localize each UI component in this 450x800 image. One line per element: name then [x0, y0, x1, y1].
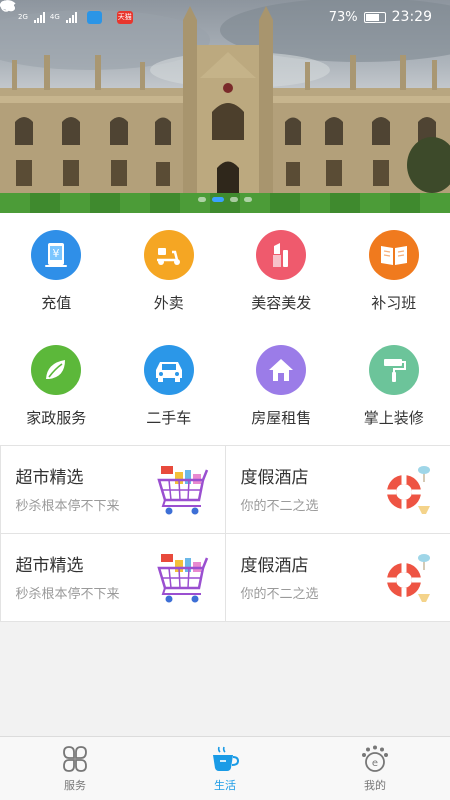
- nav-tab-life[interactable]: 生活: [150, 737, 300, 800]
- network-type-2: 4G: [49, 12, 60, 21]
- lifebuoy-icon: [386, 465, 430, 514]
- service-housing[interactable]: 房屋租售: [225, 328, 338, 445]
- recharge-icon: ¥: [31, 230, 82, 280]
- bottom-nav: 服务 生活 e 我的: [0, 736, 450, 800]
- leaf-icon: [31, 345, 82, 395]
- coffee-cup-icon: [213, 746, 240, 771]
- car-icon: [143, 345, 194, 395]
- battery-icon: [363, 11, 386, 23]
- promo-subtitle: 你的不二之选: [240, 586, 319, 602]
- service-tutoring[interactable]: 补习班: [338, 213, 450, 328]
- clock-time: 23:29: [391, 9, 432, 25]
- promo-subtitle: 秒杀根本停不下来: [15, 498, 120, 514]
- promo-card-supermarket[interactable]: 超市精选 秒杀根本停不下来: [0, 532, 226, 622]
- lifebuoy-icon: [386, 553, 430, 602]
- nav-tab-services[interactable]: 服务: [0, 737, 150, 800]
- promo-cards: 超市精选 秒杀根本停不下来 度假酒店 你的不二之选 超市精选 秒杀根本停不下来: [0, 444, 450, 622]
- nav-label: 服务: [64, 779, 86, 792]
- svg-text:¥: ¥: [53, 247, 60, 260]
- nav-label: 生活: [214, 779, 236, 792]
- promo-card-supermarket[interactable]: 超市精选 秒杀根本停不下来: [0, 444, 226, 534]
- app-notification-icon: [86, 10, 102, 24]
- service-label: 美容美发: [251, 294, 312, 312]
- battery-percent: 73%: [328, 9, 358, 25]
- network-type-1: 2G: [18, 12, 28, 21]
- carousel-indicator: [0, 197, 450, 202]
- service-takeout[interactable]: 外卖: [113, 213, 226, 328]
- signal-icon-2: [65, 11, 77, 23]
- service-decoration[interactable]: 掌上装修: [338, 328, 450, 445]
- service-recharge[interactable]: ¥ 充值: [0, 213, 113, 328]
- service-grid: ¥ 充值 外卖 美容美发 补习班 家政服务 二手车 房屋租售 掌上装修: [0, 213, 450, 445]
- status-bar: 2G 4G 天猫 73% 23:29: [0, 0, 450, 34]
- promo-subtitle: 秒杀根本停不下来: [15, 586, 120, 602]
- tmall-icon: 天猫: [116, 10, 133, 24]
- profile-badge-icon: e: [362, 745, 388, 772]
- service-label: 二手车: [146, 409, 192, 427]
- banner-carousel[interactable]: 2G 4G 天猫 73% 23:29: [0, 0, 450, 213]
- signal-icon: [33, 11, 45, 23]
- house-icon: [256, 345, 307, 395]
- promo-title: 超市精选: [15, 555, 84, 576]
- service-label: 房屋租售: [251, 409, 312, 427]
- nav-tab-mine[interactable]: e 我的: [300, 737, 450, 800]
- carousel-dot[interactable]: [230, 197, 238, 202]
- shopping-cart-icon: [156, 465, 208, 514]
- service-beauty[interactable]: 美容美发: [225, 213, 338, 328]
- promo-title: 度假酒店: [240, 555, 309, 576]
- carousel-dot-active[interactable]: [212, 197, 224, 202]
- service-label: 掌上装修: [363, 409, 424, 427]
- book-icon: [368, 230, 419, 280]
- promo-card-resort-hotel[interactable]: 度假酒店 你的不二之选: [224, 444, 450, 534]
- shopping-cart-icon: [156, 553, 208, 602]
- service-used-car[interactable]: 二手车: [113, 328, 226, 445]
- scooter-icon: [143, 230, 194, 280]
- service-label: 补习班: [371, 294, 417, 312]
- promo-card-resort-hotel[interactable]: 度假酒店 你的不二之选: [224, 532, 450, 622]
- promo-title: 超市精选: [15, 467, 84, 488]
- lipstick-icon: [256, 230, 307, 280]
- paint-roller-icon: [368, 345, 419, 395]
- service-label: 充值: [41, 294, 72, 312]
- clover-icon: [63, 746, 87, 772]
- service-label: 家政服务: [26, 409, 87, 427]
- service-housekeeping[interactable]: 家政服务: [0, 328, 113, 445]
- nav-label: 我的: [364, 779, 386, 792]
- carousel-dot[interactable]: [198, 197, 206, 202]
- promo-subtitle: 你的不二之选: [240, 498, 319, 514]
- svg-text:e: e: [372, 758, 378, 769]
- service-label: 外卖: [153, 294, 184, 312]
- carousel-dot[interactable]: [244, 197, 252, 202]
- promo-title: 度假酒店: [240, 467, 309, 488]
